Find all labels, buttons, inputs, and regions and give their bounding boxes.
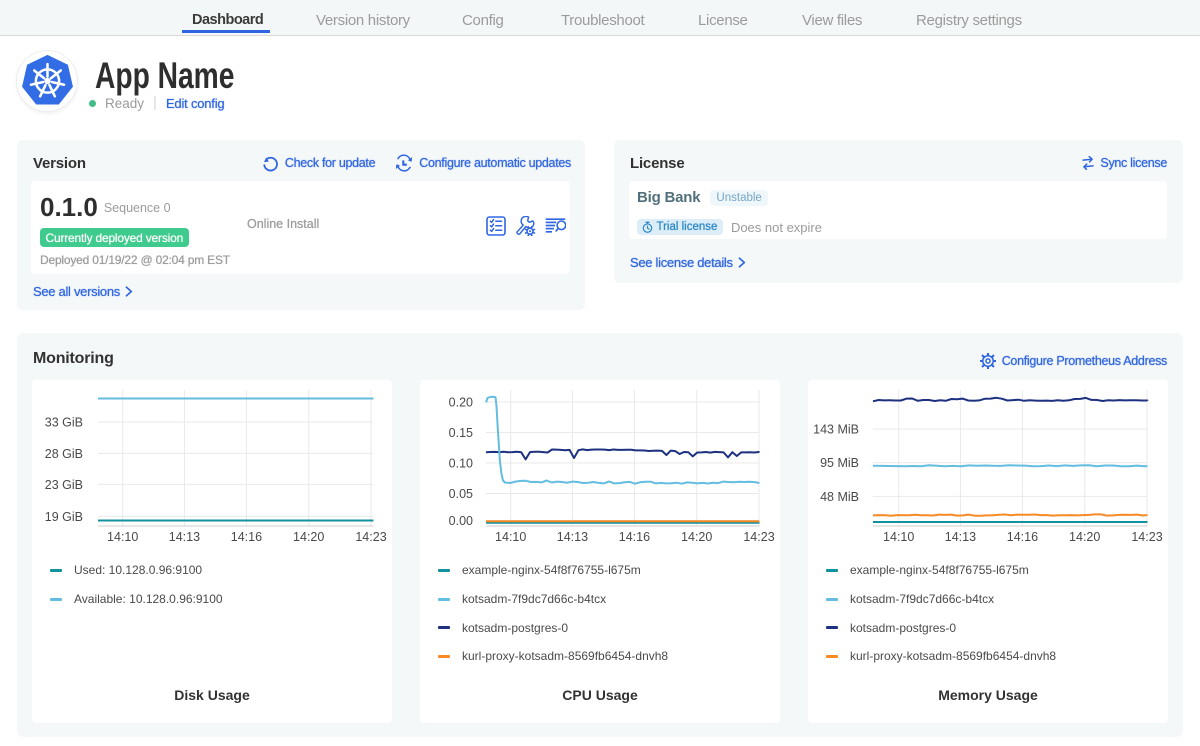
svg-text:14:13: 14:13 <box>557 530 588 544</box>
svg-text:14:10: 14:10 <box>495 530 526 544</box>
svg-text:14:13: 14:13 <box>169 530 200 544</box>
svg-text:95 MiB: 95 MiB <box>820 456 859 470</box>
svg-text:14:16: 14:16 <box>231 530 262 544</box>
svg-text:14:10: 14:10 <box>107 530 138 544</box>
svg-text:14:23: 14:23 <box>355 530 386 544</box>
svg-text:0.15: 0.15 <box>449 426 473 440</box>
svg-text:28 GiB: 28 GiB <box>45 447 83 461</box>
svg-text:14:23: 14:23 <box>743 530 774 544</box>
svg-text:14:20: 14:20 <box>1069 530 1100 544</box>
svg-text:0.05: 0.05 <box>449 487 473 501</box>
svg-text:14:20: 14:20 <box>681 530 712 544</box>
svg-text:14:10: 14:10 <box>883 530 914 544</box>
svg-text:23 GiB: 23 GiB <box>45 478 83 492</box>
svg-text:0.00: 0.00 <box>449 514 473 528</box>
svg-text:143 MiB: 143 MiB <box>813 423 859 437</box>
svg-text:19 GiB: 19 GiB <box>45 510 83 524</box>
svg-text:48 MiB: 48 MiB <box>820 490 859 504</box>
svg-text:0.10: 0.10 <box>449 457 473 471</box>
svg-text:33 GiB: 33 GiB <box>45 416 83 430</box>
svg-text:14:16: 14:16 <box>1007 530 1038 544</box>
svg-text:14:13: 14:13 <box>945 530 976 544</box>
svg-text:0.20: 0.20 <box>449 396 473 410</box>
svg-text:14:16: 14:16 <box>619 530 650 544</box>
svg-text:14:23: 14:23 <box>1131 530 1162 544</box>
svg-text:14:20: 14:20 <box>293 530 324 544</box>
